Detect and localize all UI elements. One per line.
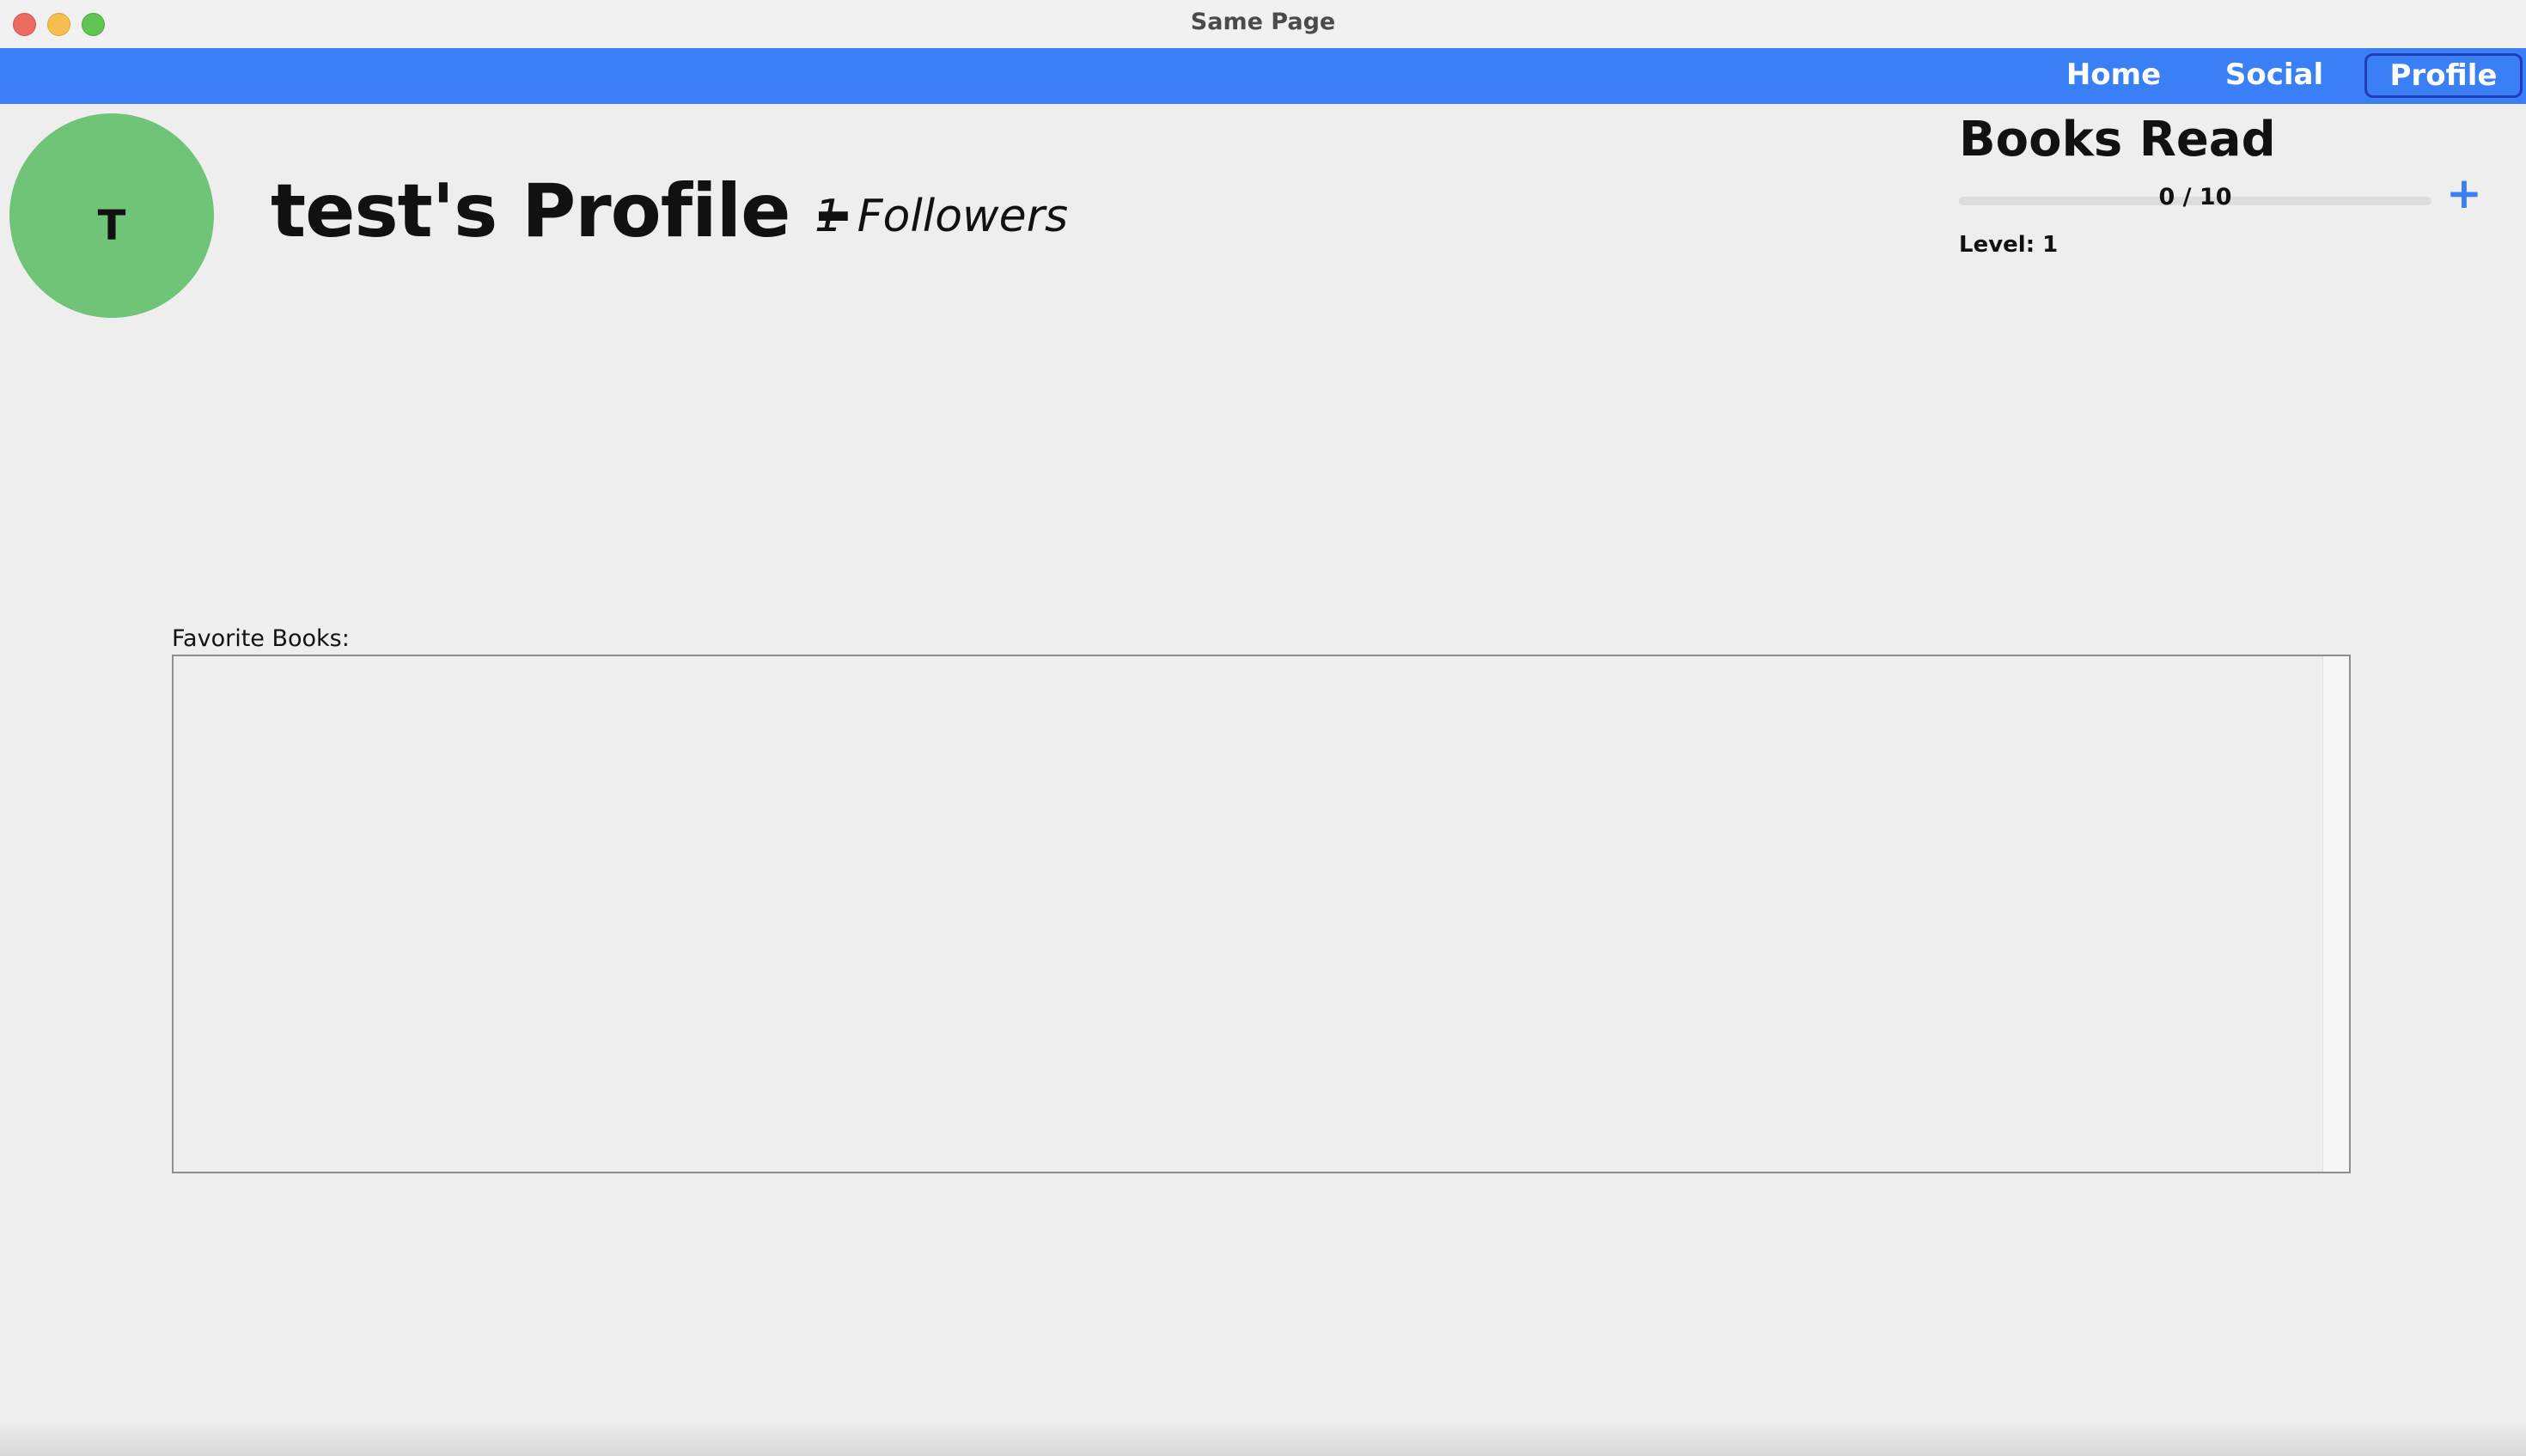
page-title: test's Profile – [271,168,851,254]
title-bar: Same Page [0,0,2526,49]
nav-home-button[interactable]: Home [2045,53,2182,96]
nav-bar: Home Social Profile [0,48,2526,104]
nav-profile-button[interactable]: Profile [2364,53,2523,98]
nav-social-button[interactable]: Social [2205,53,2344,96]
avatar: T [9,113,214,318]
books-read-heading: Books Read [1959,112,2276,168]
plus-icon[interactable]: + [2446,172,2482,215]
window-title: Same Page [1190,9,1336,35]
favorite-books-scrollbar[interactable] [2322,656,2349,1172]
books-read-progress-text: 0 / 10 [2158,184,2232,210]
favorite-books-label: Favorite Books: [172,625,350,652]
followers-count[interactable]: 1 Followers [815,191,1068,242]
app-window: Same Page Home Social Profile T test's P… [0,0,2526,1456]
window-bottom-shadow [0,1422,2526,1456]
favorite-books-list[interactable] [172,655,2351,1173]
level-label: Level: 1 [1959,232,2059,258]
